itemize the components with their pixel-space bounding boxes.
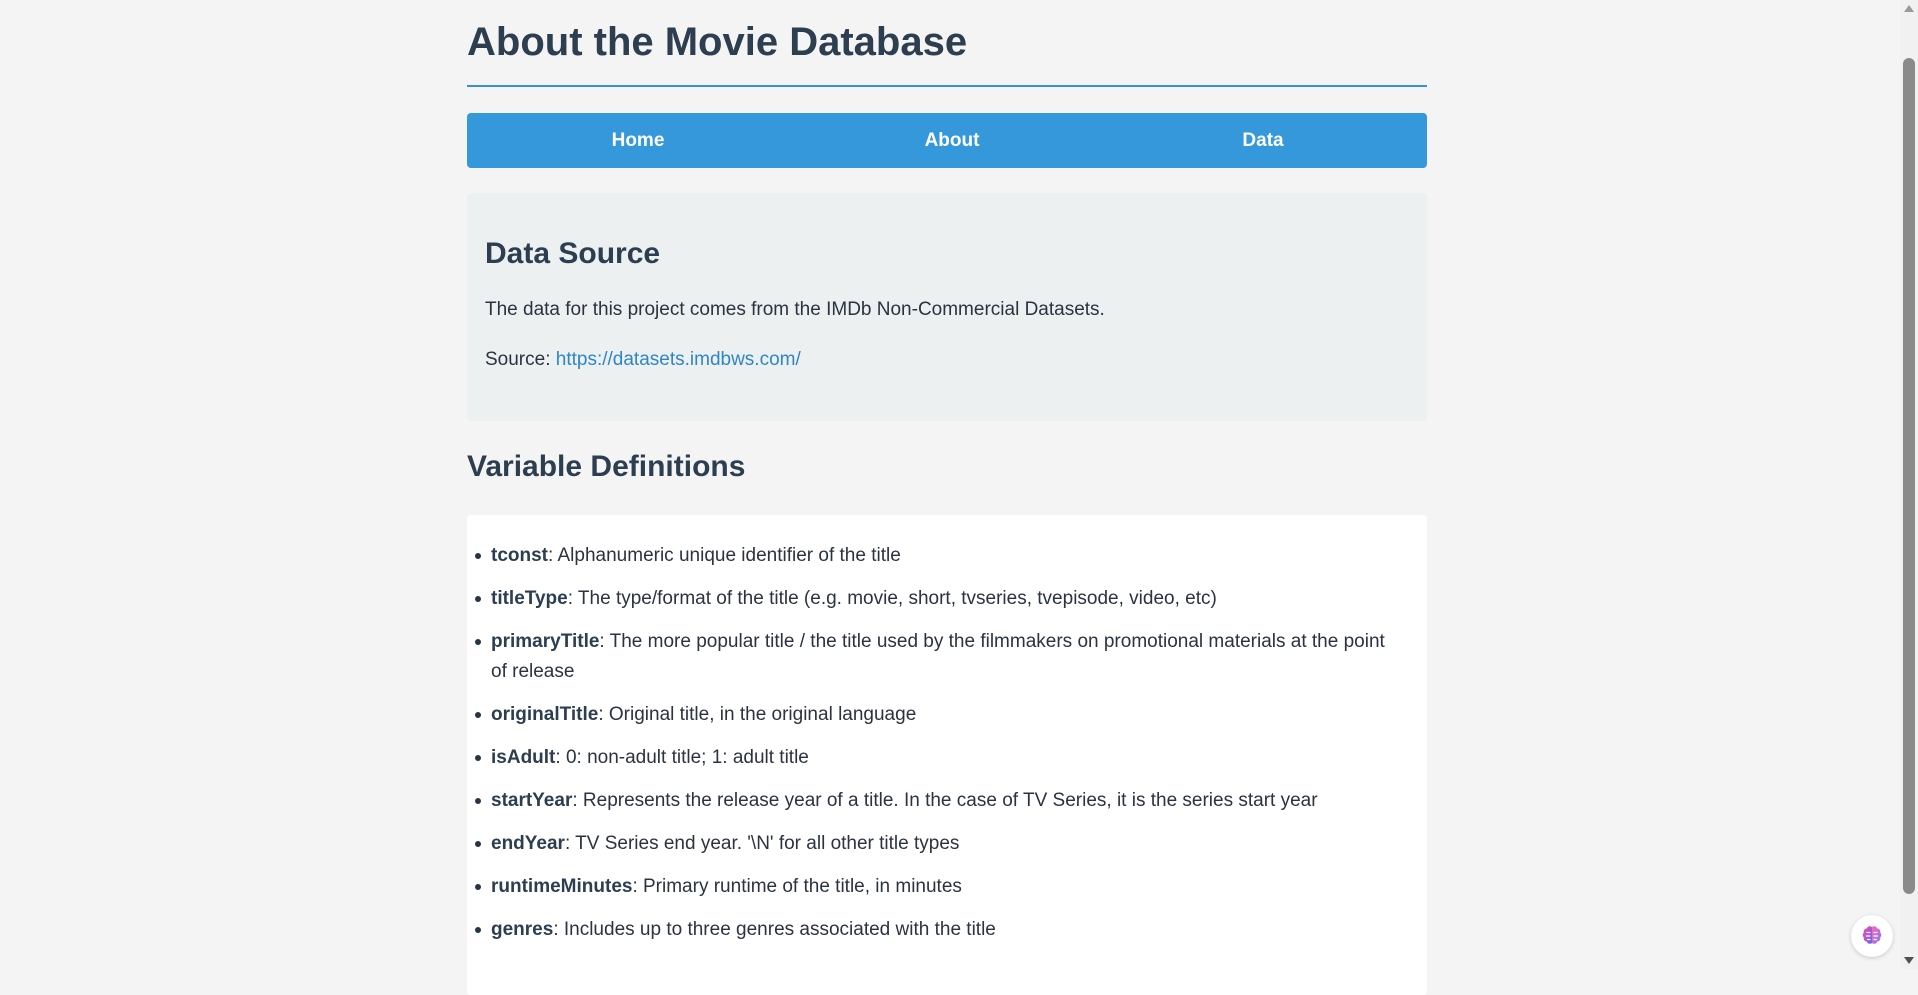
bullet: [475, 596, 481, 602]
list-item: startYear: Represents the release year o…: [475, 786, 1399, 816]
bullet: [475, 712, 481, 718]
variable-name: primaryTitle: [491, 631, 600, 652]
page-title: About the Movie Database: [467, 20, 968, 64]
variable-definition: : The type/format of the title (e.g. mov…: [567, 588, 1217, 609]
variable-name: startYear: [491, 790, 573, 811]
source-link[interactable]: https://datasets.imdbws.com/: [556, 349, 801, 370]
variable-definition: : TV Series end year. '\N' for all other…: [564, 833, 960, 854]
list-item: isAdult: 0: non-adult title; 1: adult ti…: [475, 743, 1399, 773]
bullet: [475, 841, 481, 847]
list-item: genres: Includes up to three genres asso…: [475, 915, 1399, 945]
variable-name: isAdult: [491, 747, 556, 768]
list-item: endYear: TV Series end year. '\N' for al…: [475, 829, 1399, 859]
list-item: originalTitle: Original title, in the or…: [475, 700, 1399, 730]
title-divider: [467, 85, 1427, 87]
bullet: [475, 553, 481, 559]
variable-list: tconst: Alphanumeric unique identifier o…: [467, 541, 1427, 958]
variable-name: titleType: [491, 588, 568, 609]
floating-assistant-button[interactable]: [1851, 915, 1893, 957]
variable-definitions-heading: Variable Definitions: [467, 450, 746, 483]
variable-name: originalTitle: [491, 704, 599, 725]
variable-name: genres: [491, 919, 554, 940]
bullet: [475, 755, 481, 761]
list-item: tconst: Alphanumeric unique identifier o…: [475, 541, 1399, 571]
bullet: [475, 927, 481, 933]
nav-data[interactable]: Data: [1242, 113, 1283, 168]
variable-name: runtimeMinutes: [491, 876, 633, 897]
data-source-heading: Data Source: [485, 237, 661, 270]
variable-definition: : Includes up to three genres associated…: [553, 919, 996, 940]
list-item: titleType: The type/format of the title …: [475, 584, 1399, 614]
variable-definition: : Original title, in the original langua…: [598, 704, 917, 725]
data-source-card: Data Source The data for this project co…: [467, 193, 1427, 421]
nav-about[interactable]: About: [925, 113, 980, 168]
variable-definition: : Primary runtime of the title, in minut…: [632, 876, 962, 897]
variable-definitions-card: tconst: Alphanumeric unique identifier o…: [467, 515, 1427, 995]
data-source-line: Source: https://datasets.imdbws.com/: [485, 349, 801, 371]
bullet: [475, 798, 481, 804]
variable-definition: : 0: non-adult title; 1: adult title: [555, 747, 809, 768]
bullet: [475, 884, 481, 890]
variable-definition: : Alphanumeric unique identifier of the …: [548, 545, 901, 566]
scrollbar-thumb[interactable]: [1903, 58, 1915, 894]
bullet: [475, 639, 481, 645]
list-item: primaryTitle: The more popular title / t…: [475, 627, 1399, 687]
scroll-up-arrow-icon[interactable]: [1904, 5, 1914, 12]
vertical-scrollbar[interactable]: [1900, 0, 1918, 969]
variable-name: tconst: [491, 545, 548, 566]
page-container: About the Movie Database Home About Data…: [467, 0, 1427, 995]
nav-home[interactable]: Home: [612, 113, 665, 168]
main-nav: Home About Data: [467, 113, 1427, 168]
variable-name: endYear: [491, 833, 565, 854]
brain-icon: [1862, 926, 1882, 944]
variable-definition: : Represents the release year of a title…: [572, 790, 1318, 811]
variable-definition: : The more popular title / the title use…: [491, 631, 1385, 682]
data-source-description: The data for this project comes from the…: [485, 299, 1105, 320]
source-prefix: Source:: [485, 349, 556, 370]
list-item: runtimeMinutes: Primary runtime of the t…: [475, 872, 1399, 902]
scroll-down-arrow-icon[interactable]: [1904, 957, 1914, 964]
